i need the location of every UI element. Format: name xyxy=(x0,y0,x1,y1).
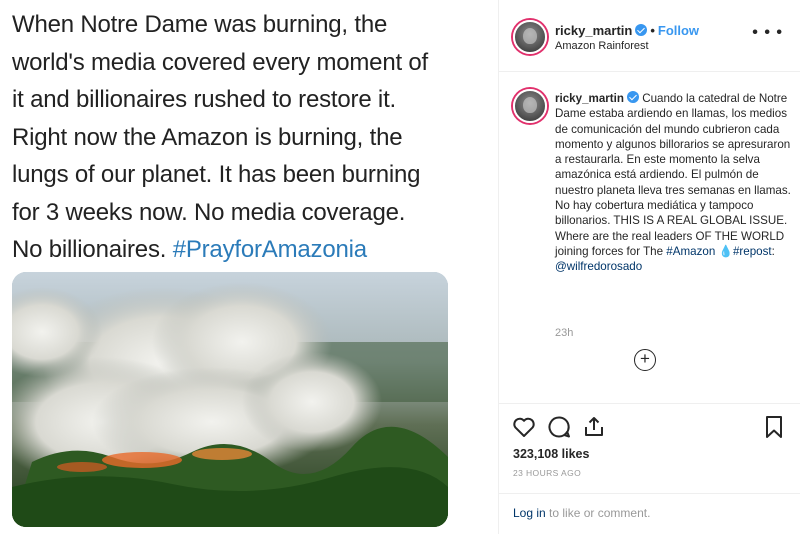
hashtag-repost-link[interactable]: #repost xyxy=(733,245,772,258)
tweet-hashtag: #PrayforAmazonia xyxy=(172,236,367,263)
tweet-line: Right now the Amazon is burning, the xyxy=(12,123,403,151)
caption-time: 23h xyxy=(555,327,574,339)
post-timestamp: 23 HOURS AGO xyxy=(513,468,582,478)
heart-icon[interactable] xyxy=(511,414,537,440)
verified-badge-icon xyxy=(635,24,648,36)
forest-fire-illustration xyxy=(12,272,448,527)
like-count[interactable]: 323,108 likes xyxy=(513,447,589,461)
post-header: ricky_martin • Follow Amazon Rainforest • … xyxy=(499,0,800,72)
forest-fire-photo xyxy=(12,272,448,527)
caption-colon: : xyxy=(771,244,775,258)
caption-username[interactable]: ricky_martin xyxy=(555,92,624,105)
location-link[interactable]: Amazon Rainforest xyxy=(555,40,649,52)
verified-badge-icon xyxy=(626,91,639,103)
separator-dot: • xyxy=(650,23,655,38)
follow-button[interactable]: Follow xyxy=(658,23,699,38)
tweet-line: When Notre Dame was burning, the xyxy=(12,11,388,38)
more-options-icon[interactable]: • • • xyxy=(752,25,783,41)
tweet-line: world's media covered every moment of xyxy=(12,48,429,76)
tweet-line: lungs of our planet. It has been burning xyxy=(12,161,421,188)
hashtag-amazon-link[interactable]: #Amazon xyxy=(666,245,715,258)
login-prompt: Log in to like or comment. xyxy=(499,493,800,534)
username-link[interactable]: ricky_martin xyxy=(555,23,632,38)
login-prompt-text: to like or comment. xyxy=(545,506,651,520)
post-image[interactable]: When Notre Dame was burning, the world's… xyxy=(0,0,498,534)
caption-body: Cuando la catedral de Notre Dame estaba … xyxy=(555,92,791,258)
tweet-line: No billionaires. xyxy=(12,236,167,263)
bookmark-icon[interactable] xyxy=(761,414,787,440)
caption-text: ricky_martin Cuando la catedral de Notre… xyxy=(555,91,791,275)
tweet-line: it and billionaires rushed to restore it… xyxy=(12,86,397,113)
load-more-comments-button[interactable]: + xyxy=(634,349,656,371)
comment-icon[interactable] xyxy=(546,414,572,440)
tweet-line-last: No billionaires. #PrayforAmazonia xyxy=(12,231,492,269)
login-link[interactable]: Log in xyxy=(513,506,546,520)
mention-link[interactable]: @wilfredorosado xyxy=(555,260,642,273)
header-user-row: ricky_martin • Follow xyxy=(555,23,699,38)
avatar[interactable] xyxy=(513,89,547,123)
tweet-line: for 3 weeks now. No media coverage. xyxy=(12,198,406,226)
post-sidebar: ricky_martin • Follow Amazon Rainforest • … xyxy=(498,0,800,534)
comments-area: ricky_martin Cuando la catedral de Notre… xyxy=(499,73,800,403)
share-icon[interactable] xyxy=(581,414,607,440)
post-actions: 323,108 likes 23 HOURS AGO Log in to lik… xyxy=(499,403,800,534)
tweet-text: When Notre Dame was burning, the world's… xyxy=(12,6,492,269)
droplet-emoji: 💧 xyxy=(718,244,733,258)
avatar[interactable] xyxy=(513,20,547,54)
